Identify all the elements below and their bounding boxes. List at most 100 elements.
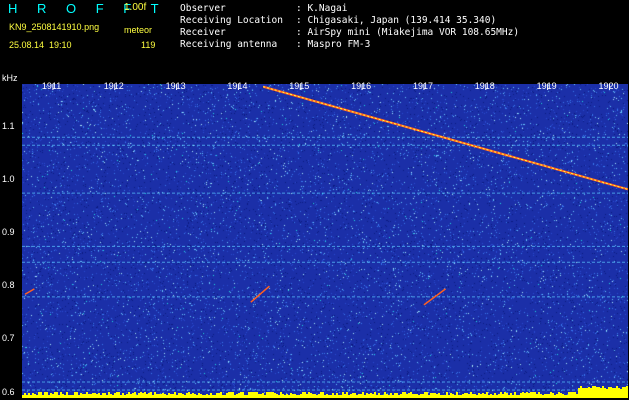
baseline-bar xyxy=(496,395,498,398)
baseline-bar xyxy=(80,393,82,398)
baseline-bar xyxy=(270,392,272,398)
baseline-bar xyxy=(524,393,526,398)
baseline-bar xyxy=(142,393,144,398)
baseline-bar xyxy=(74,392,76,398)
baseline-bar xyxy=(606,389,608,398)
baseline-bar xyxy=(610,387,612,398)
baseline-bar xyxy=(112,395,114,398)
baseline-bar xyxy=(338,395,340,398)
baseline-bar xyxy=(136,395,138,398)
baseline-bar xyxy=(190,394,192,398)
baseline-bar xyxy=(350,394,352,398)
filename-label: KN9_2508141910.png xyxy=(9,22,100,32)
baseline-bar xyxy=(92,393,94,398)
baseline-bar xyxy=(494,393,496,398)
receiver-value: : AirSpy mini (Miakejima VOR 108.65MHz) xyxy=(296,27,520,38)
baseline-bar xyxy=(602,386,604,398)
baseline-bar xyxy=(312,394,314,398)
baseline-bar xyxy=(216,393,218,398)
baseline-bar xyxy=(256,392,258,398)
baseline-bar xyxy=(342,392,344,398)
baseline-bar xyxy=(346,392,348,398)
baseline-bar xyxy=(200,394,202,398)
baseline-bar xyxy=(520,393,522,398)
baseline-bar xyxy=(482,393,484,398)
baseline-bar xyxy=(28,393,30,398)
baseline-bar xyxy=(328,395,330,398)
baseline-bar xyxy=(584,388,586,398)
baseline-bar xyxy=(56,392,58,398)
antenna-label: Receiving antenna xyxy=(180,39,278,50)
baseline-bar xyxy=(82,394,84,398)
baseline-bar xyxy=(298,395,300,398)
baseline-bar xyxy=(166,395,168,398)
baseline-bar xyxy=(504,392,506,398)
baseline-bar xyxy=(488,395,490,398)
baseline-bar xyxy=(196,395,198,398)
baseline-bar xyxy=(536,394,538,398)
baseline-bar xyxy=(208,395,210,398)
baseline-bar xyxy=(518,395,520,398)
baseline-bar xyxy=(86,392,88,398)
baseline-bar xyxy=(276,394,278,398)
baseline-bar xyxy=(406,394,408,398)
baseline-bar xyxy=(604,388,606,398)
time-tick-label: 1917 xyxy=(412,81,433,91)
baseline-bar xyxy=(202,395,204,398)
baseline-bar xyxy=(400,394,402,398)
baseline-bar xyxy=(64,395,66,398)
baseline-bar xyxy=(290,393,292,398)
baseline-bar xyxy=(562,394,564,398)
baseline-bar xyxy=(358,394,360,398)
baseline-bar xyxy=(292,394,294,398)
baseline-bar xyxy=(264,395,266,398)
baseline-bar xyxy=(272,392,274,398)
baseline-bar xyxy=(302,392,304,398)
baseline-bar xyxy=(68,395,70,398)
baseline-bar xyxy=(70,395,72,398)
baseline-bar xyxy=(106,395,108,398)
baseline-bar xyxy=(126,394,128,398)
baseline-bar xyxy=(238,393,240,398)
baseline-bar xyxy=(168,393,170,398)
time-tick-label: 1913 xyxy=(165,81,186,91)
baseline-bar xyxy=(500,392,502,398)
baseline-bar xyxy=(404,392,406,398)
baseline-bar xyxy=(170,394,172,398)
baseline-bar xyxy=(560,393,562,398)
baseline-bar xyxy=(448,395,450,398)
baseline-bar xyxy=(104,393,106,398)
baseline-bar xyxy=(118,392,120,398)
baseline-bar xyxy=(212,395,214,398)
baseline-bar xyxy=(158,394,160,398)
baseline-bar xyxy=(592,386,594,398)
baseline-bar xyxy=(52,394,54,398)
baseline-bar xyxy=(408,393,410,398)
baseline-bar xyxy=(76,392,78,398)
baseline-bar xyxy=(300,394,302,398)
baseline-bar xyxy=(184,395,186,398)
version-label: 1.00f xyxy=(124,2,147,13)
time-tick-label: 1911 xyxy=(41,81,62,91)
baseline-bar xyxy=(402,392,404,398)
baseline-bar xyxy=(552,393,554,398)
baseline-bar xyxy=(250,392,252,398)
baseline-bar xyxy=(582,388,584,398)
baseline-bar xyxy=(528,393,530,398)
baseline-bar xyxy=(156,394,158,398)
baseline-bar xyxy=(54,392,56,398)
observer-value: : K.Nagai xyxy=(296,3,348,14)
baseline-bar xyxy=(294,394,296,398)
baseline-bar xyxy=(174,392,176,398)
baseline-bar xyxy=(262,393,264,398)
baseline-bar xyxy=(512,395,514,398)
time-tick-label: 1916 xyxy=(351,81,372,91)
baseline-bar xyxy=(422,394,424,398)
baseline-bar xyxy=(498,394,500,398)
baseline-bar xyxy=(418,395,420,398)
baseline-bar xyxy=(160,394,162,398)
baseline-bar xyxy=(432,393,434,398)
baseline-bar xyxy=(626,386,628,398)
baseline-bar xyxy=(176,395,178,398)
baseline-bar xyxy=(248,392,250,398)
